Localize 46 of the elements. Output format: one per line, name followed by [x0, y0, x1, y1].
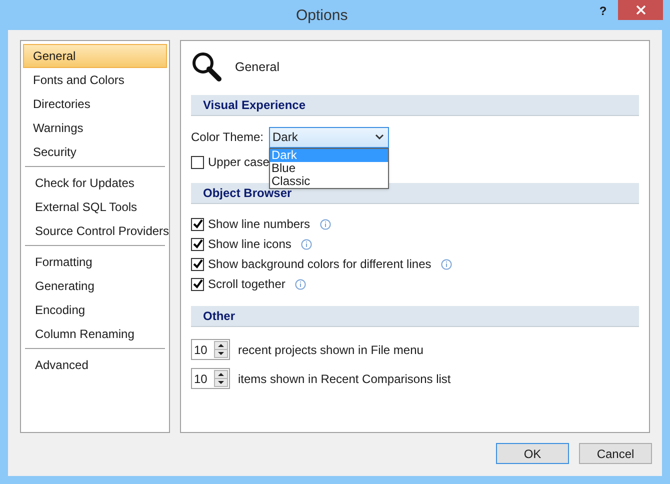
info-icon[interactable] — [295, 278, 306, 290]
sidebar-item[interactable]: Check for Updates — [25, 171, 165, 195]
checkbox[interactable] — [191, 218, 204, 230]
close-icon — [636, 5, 646, 15]
info-icon[interactable] — [320, 218, 332, 230]
number-spinner[interactable]: 10 — [191, 339, 230, 360]
sidebar-item[interactable]: External SQL Tools — [25, 195, 165, 219]
theme-dropdown[interactable]: Dark — [269, 126, 390, 148]
info-icon[interactable] — [441, 258, 452, 270]
dialog-button[interactable]: Cancel — [579, 443, 652, 464]
sidebar-item[interactable]: Directories — [23, 92, 167, 116]
checkbox-label: Show line icons — [208, 236, 292, 253]
checkbox-label: Show line numbers — [208, 216, 310, 233]
field-label: Color Theme: — [191, 129, 264, 146]
checkbox-label: Show background colors for different lines — [208, 256, 432, 273]
checkbox[interactable] — [191, 156, 204, 168]
section-header: Other — [191, 306, 639, 327]
dropdown-option[interactable]: Blue — [270, 162, 388, 174]
sidebar-item[interactable]: Generating — [25, 274, 165, 298]
page-title: General — [235, 58, 280, 76]
sidebar-item[interactable]: Fonts and Colors — [23, 68, 167, 92]
checkbox[interactable] — [191, 238, 204, 250]
sidebar-item[interactable]: Advanced — [25, 353, 165, 377]
checkbox-label: Scroll together — [208, 276, 286, 293]
spinner-arrows-icon[interactable] — [214, 341, 228, 358]
chevron-icon — [375, 134, 384, 140]
sidebar-item[interactable]: Formatting — [25, 250, 165, 274]
spinner-arrows-icon[interactable] — [214, 370, 228, 387]
number-spinner[interactable]: 10 — [191, 368, 230, 389]
dialog-button[interactable]: OK — [496, 443, 569, 464]
sidebar-item[interactable]: Column Renaming — [25, 322, 165, 346]
sidebar-item[interactable]: Encoding — [25, 298, 165, 322]
spinner-label: items shown in Recent Comparisons list — [238, 370, 451, 388]
checkbox-label: Upper case — [208, 154, 270, 171]
spinner-label: recent projects shown in File menu — [238, 342, 424, 358]
close-button[interactable] — [618, 0, 663, 20]
checkbox[interactable] — [191, 278, 204, 290]
sidebar-item[interactable]: Warnings — [23, 116, 167, 140]
checkbox[interactable] — [191, 258, 204, 270]
info-icon[interactable] — [301, 238, 312, 250]
window-title: Options — [296, 6, 348, 26]
sidebar-item[interactable]: Security — [23, 140, 167, 164]
help-button[interactable]: ? — [588, 1, 618, 21]
section-header: Visual Experience — [191, 95, 639, 116]
sidebar-item[interactable]: General — [23, 44, 167, 68]
search-icon — [191, 51, 223, 83]
